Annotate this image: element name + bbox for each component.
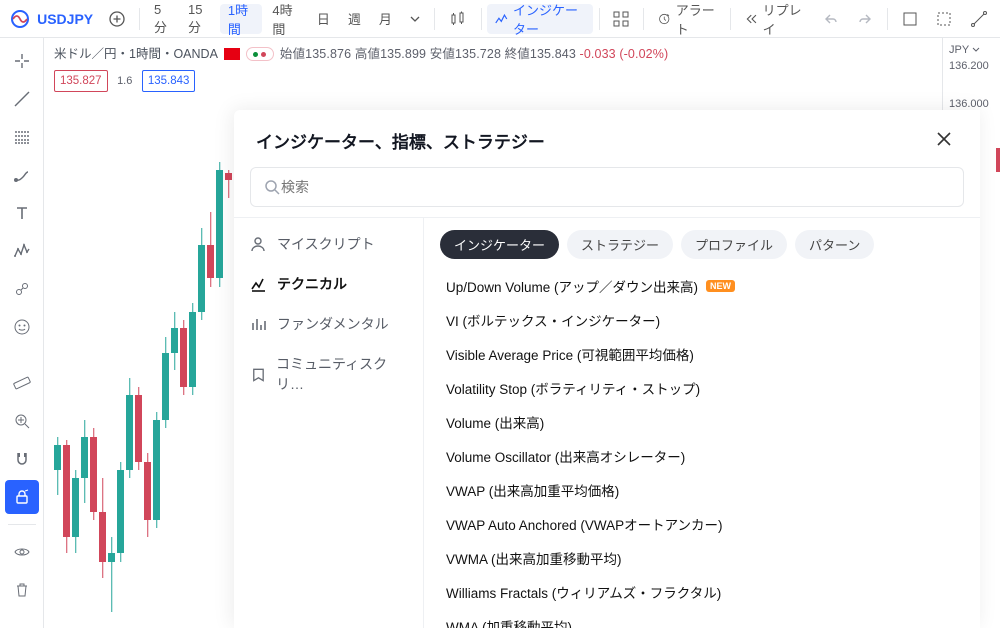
price-tick: 136.200 <box>949 60 1000 72</box>
category-item[interactable]: テクニカル <box>234 264 423 304</box>
dialog-close-button[interactable] <box>934 129 958 153</box>
indicator-item[interactable]: Williams Fractals (ウィリアムズ・フラクタル) <box>440 575 964 609</box>
tool-ruler[interactable] <box>5 366 39 400</box>
tool-trash[interactable] <box>5 573 39 607</box>
search-input[interactable] <box>281 179 951 195</box>
spread-value: 1.6 <box>117 73 132 91</box>
tool-trendline[interactable] <box>5 82 39 116</box>
tab-3[interactable]: パターン <box>795 230 874 259</box>
indicator-button-label: インジケーター <box>513 0 585 38</box>
indicator-button[interactable]: インジケーター <box>487 4 592 34</box>
chart-header: 米ドル／円・1時間・OANDA 始値135.876 高値135.899 安値13… <box>44 38 1000 92</box>
redo-button[interactable] <box>849 4 881 34</box>
category-item[interactable]: ファンダメンタル <box>234 304 423 344</box>
undo-button[interactable] <box>815 4 847 34</box>
app-logo <box>10 7 29 31</box>
alert-button-label: アラート <box>676 0 717 38</box>
indicator-item[interactable]: Volume (出来高) <box>440 405 964 439</box>
indicator-item[interactable]: VWAP Auto Anchored (VWAPオートアンカー) <box>440 507 964 541</box>
dialog-categories: マイスクリプトテクニカルファンダメンタルコミュニティスクリ… <box>234 218 424 628</box>
candle-style-button[interactable] <box>441 4 475 34</box>
tf-4h[interactable]: 4時間 <box>264 4 306 34</box>
bid-price[interactable]: 135.827 <box>54 70 108 92</box>
tf-m[interactable]: 月 <box>371 4 400 34</box>
tool-emoji[interactable] <box>5 310 39 344</box>
search-icon <box>263 178 281 196</box>
tf-1h[interactable]: 1時間 <box>220 4 262 34</box>
tf-d[interactable]: 日 <box>309 4 338 34</box>
dialog-title: インジケーター、指標、ストラテジー <box>256 128 545 153</box>
drawing-line-button[interactable] <box>962 4 996 34</box>
flag-icon <box>224 48 240 60</box>
tool-text[interactable] <box>5 196 39 230</box>
tool-eye[interactable] <box>5 535 39 569</box>
tab-2[interactable]: プロファイル <box>681 230 787 259</box>
tool-brush[interactable] <box>5 158 39 192</box>
layout-button[interactable] <box>894 4 926 34</box>
dialog-search[interactable] <box>250 167 964 207</box>
indicator-item[interactable]: Up/Down Volume (アップ／ダウン出来高)NEW <box>440 269 964 303</box>
tf-5m[interactable]: 5分 <box>146 4 178 34</box>
symbol-name[interactable]: USDJPY <box>37 11 93 27</box>
market-status-pill <box>246 47 274 61</box>
dialog-main: インジケーターストラテジープロファイルパターン Up/Down Volume (… <box>424 218 980 628</box>
tool-lock[interactable] <box>5 480 39 514</box>
tf-w[interactable]: 週 <box>340 4 369 34</box>
replay-button[interactable]: リプレイ <box>737 4 811 34</box>
tool-zoom[interactable] <box>5 404 39 438</box>
tool-forecast[interactable] <box>5 272 39 306</box>
add-symbol-button[interactable] <box>101 4 133 34</box>
replay-button-label: リプレイ <box>763 0 804 38</box>
alert-button[interactable]: アラート <box>650 4 724 34</box>
tool-cross[interactable] <box>5 44 39 78</box>
left-tool-rail <box>0 38 44 628</box>
layout-dotted-button[interactable] <box>928 4 960 34</box>
currency-label: JPY <box>949 44 1000 56</box>
indicator-item[interactable]: Visible Average Price (可視範囲平均価格) <box>440 337 964 371</box>
category-item[interactable]: マイスクリプト <box>234 224 423 264</box>
tf-15m[interactable]: 15分 <box>180 4 218 34</box>
tab-0[interactable]: インジケーター <box>440 230 559 259</box>
chart-description: 米ドル／円・1時間・OANDA <box>54 44 218 64</box>
indicator-dialog: インジケーター、指標、ストラテジー マイスクリプトテクニカルファンダメンタルコミ… <box>234 110 980 628</box>
indicator-item[interactable]: VWMA (出来高加重移動平均) <box>440 541 964 575</box>
ask-price[interactable]: 135.843 <box>142 70 196 92</box>
tf-dropdown[interactable] <box>402 4 428 34</box>
top-toolbar: USDJPY 5分 15分 1時間 4時間 日 週 月 インジケーター アラート… <box>0 0 1000 38</box>
tool-magnet[interactable] <box>5 442 39 476</box>
indicator-item[interactable]: VI (ボルテックス・インジケーター) <box>440 303 964 337</box>
indicator-list: Up/Down Volume (アップ／ダウン出来高)NEWVI (ボルテックス… <box>440 269 964 628</box>
dialog-tabs: インジケーターストラテジープロファイルパターン <box>440 230 964 259</box>
ohlc-readout: 始値135.876 高値135.899 安値135.728 終値135.843 … <box>280 44 668 64</box>
price-tick: 136.000 <box>949 98 1000 110</box>
tool-fib[interactable] <box>5 120 39 154</box>
indicator-item[interactable]: Volume Oscillator (出来高オシレーター) <box>440 439 964 473</box>
indicator-item[interactable]: Volatility Stop (ボラティリティ・ストップ) <box>440 371 964 405</box>
indicator-item[interactable]: VWAP (出来高加重平均価格) <box>440 473 964 507</box>
templates-button[interactable] <box>605 4 637 34</box>
tab-1[interactable]: ストラテジー <box>567 230 673 259</box>
category-item[interactable]: コミュニティスクリ… <box>234 344 423 404</box>
tool-patterns[interactable] <box>5 234 39 268</box>
price-marker <box>996 148 1000 172</box>
indicator-item[interactable]: WMA (加重移動平均) <box>440 609 964 628</box>
